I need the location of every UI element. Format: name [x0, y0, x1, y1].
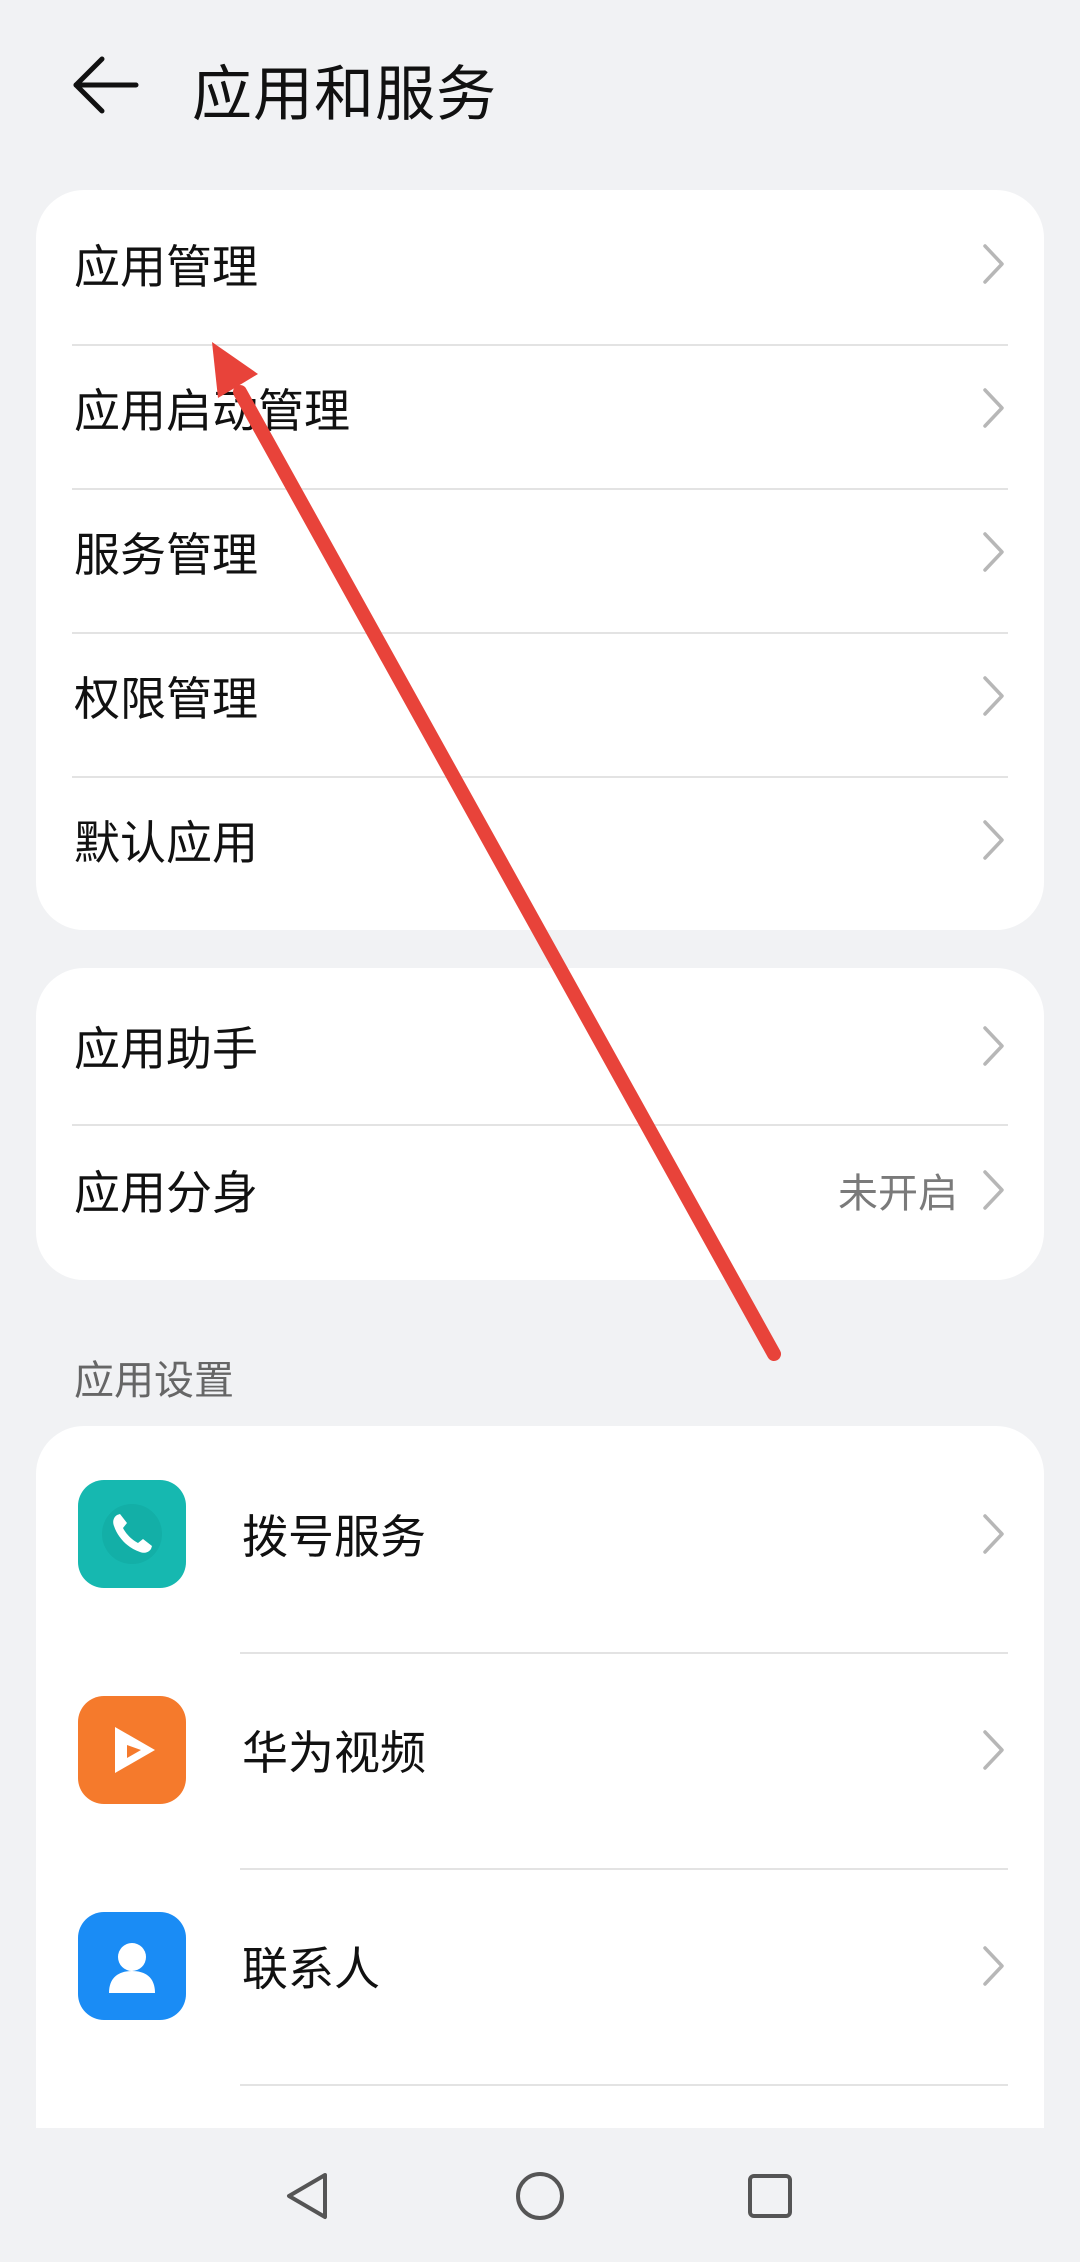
chevron-right-icon	[983, 388, 1004, 428]
row-label: 应用助手	[74, 1022, 258, 1076]
row-permission-management[interactable]: 权限管理	[36, 624, 1044, 768]
status-value: 未开启	[838, 1171, 958, 1217]
chevron-right-icon	[983, 1170, 1004, 1210]
row-label: 权限管理	[74, 672, 258, 726]
arrow-left-icon	[73, 56, 139, 114]
nav-back-button[interactable]	[276, 2164, 340, 2228]
app-assistant-card: 应用助手 应用分身 未开启	[36, 968, 1044, 1280]
row-huawei-video[interactable]: 华为视频	[36, 1642, 1044, 1858]
row-contacts[interactable]: 联系人	[36, 1858, 1044, 2074]
row-label: 联系人	[242, 1942, 380, 1996]
chevron-right-icon	[983, 676, 1004, 716]
row-label: 默认应用	[74, 816, 258, 870]
nav-home-circle-icon	[516, 2172, 564, 2220]
chevron-right-icon	[983, 820, 1004, 860]
contact-person-icon	[78, 1912, 186, 2020]
chevron-right-icon	[983, 532, 1004, 572]
chevron-right-icon	[983, 1730, 1004, 1770]
row-app-management[interactable]: 应用管理	[36, 192, 1044, 336]
chevron-right-icon	[983, 1026, 1004, 1066]
app-management-card: 应用管理 应用启动管理 服务管理 权限管理 默认应用	[36, 190, 1044, 930]
nav-home-button[interactable]	[508, 2164, 572, 2228]
row-label: 应用管理	[74, 240, 258, 294]
row-label: 服务管理	[74, 528, 258, 582]
nav-back-triangle-icon	[287, 2173, 327, 2219]
row-app-launch-management[interactable]: 应用启动管理	[36, 336, 1044, 480]
app-settings-card: 拨号服务 华为视频 联系人	[36, 1426, 1044, 2138]
system-nav-bar	[0, 2128, 1080, 2262]
page-title: 应用和服务	[192, 60, 497, 130]
row-label: 应用启动管理	[74, 384, 350, 438]
chevron-right-icon	[983, 1946, 1004, 1986]
nav-recents-square-icon	[748, 2174, 792, 2218]
row-dialer-service[interactable]: 拨号服务	[36, 1426, 1044, 1642]
row-app-twin[interactable]: 应用分身 未开启	[36, 1118, 1044, 1262]
row-default-apps[interactable]: 默认应用	[36, 768, 1044, 912]
row-app-assistant[interactable]: 应用助手	[36, 974, 1044, 1118]
back-button[interactable]	[62, 40, 152, 130]
video-play-icon	[78, 1696, 186, 1804]
row-service-management[interactable]: 服务管理	[36, 480, 1044, 624]
row-label: 拨号服务	[242, 1510, 426, 1564]
phone-icon	[78, 1480, 186, 1588]
nav-recents-button[interactable]	[738, 2164, 802, 2228]
top-app-bar: 应用和服务	[0, 0, 1080, 170]
row-label: 应用分身	[74, 1166, 258, 1220]
section-title: 应用设置	[74, 1358, 234, 1404]
divider	[240, 2084, 1008, 2086]
row-label: 华为视频	[242, 1726, 426, 1780]
chevron-right-icon	[983, 244, 1004, 284]
chevron-right-icon	[983, 1514, 1004, 1554]
